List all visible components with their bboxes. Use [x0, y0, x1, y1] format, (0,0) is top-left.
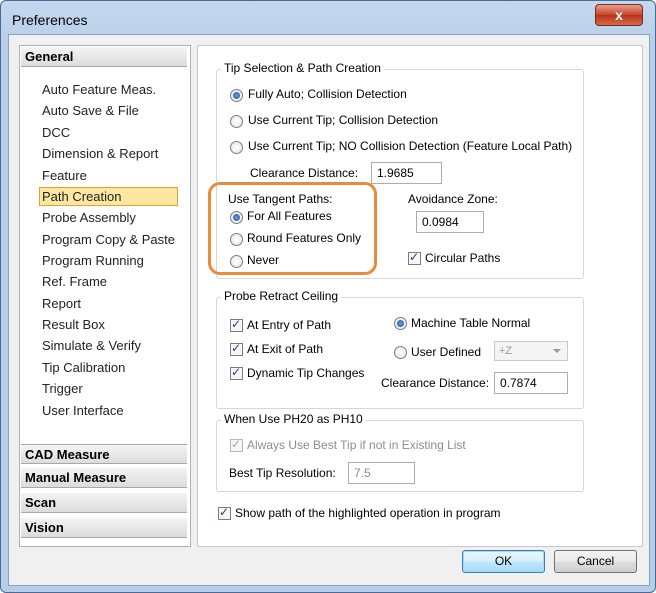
fully-auto-radio[interactable]: [230, 89, 243, 102]
machine-table-normal-label[interactable]: Machine Table Normal: [411, 316, 530, 330]
avoidance-zone-label: Avoidance Zone:: [408, 192, 498, 206]
category-sidebar: General Auto Feature Meas. Auto Save & F…: [19, 45, 191, 547]
entry-of-path-checkbox[interactable]: [230, 317, 243, 332]
cancel-button[interactable]: Cancel: [554, 550, 637, 573]
best-tip-resolution-label: Best Tip Resolution:: [229, 466, 336, 480]
best-tip-checkbox[interactable]: [230, 437, 243, 452]
dynamic-tip-changes-checkbox[interactable]: [230, 365, 243, 380]
entry-of-path-label[interactable]: At Entry of Path: [247, 318, 331, 332]
close-icon: x: [615, 7, 623, 23]
ph20-title: When Use PH20 as PH10: [221, 412, 366, 426]
circular-paths-label[interactable]: Circular Paths: [425, 251, 500, 265]
section-general[interactable]: General: [21, 47, 187, 67]
tangent-all-features-radio[interactable]: [230, 211, 243, 224]
tangent-round-features-radio[interactable]: [230, 233, 243, 246]
sidebar-item-dimension-report[interactable]: Dimension & Report: [40, 144, 160, 163]
section-scan[interactable]: Scan: [21, 493, 187, 513]
sidebar-item-path-creation[interactable]: Path Creation: [39, 187, 178, 206]
section-manual-measure[interactable]: Manual Measure: [21, 468, 187, 488]
probe-retract-title: Probe Retract Ceiling: [221, 289, 342, 303]
close-button[interactable]: x: [595, 4, 643, 26]
user-defined-label[interactable]: User Defined: [411, 345, 481, 359]
circular-paths-checkbox[interactable]: [408, 250, 421, 265]
machine-table-normal-radio[interactable]: [394, 317, 407, 330]
sidebar-item-auto-feature-meas[interactable]: Auto Feature Meas.: [40, 80, 158, 99]
sidebar-item-user-interface[interactable]: User Interface: [40, 401, 126, 420]
window-title: Preferences: [12, 12, 88, 28]
best-tip-resolution-input[interactable]: 7.5: [348, 462, 415, 484]
tangent-never-radio[interactable]: [230, 255, 243, 268]
sidebar-item-tip-calibration[interactable]: Tip Calibration: [40, 358, 127, 377]
sidebar-item-program-running[interactable]: Program Running: [40, 251, 146, 270]
clearance-distance-label: Clearance Distance:: [250, 166, 359, 180]
sidebar-item-result-box[interactable]: Result Box: [40, 315, 107, 334]
tangent-all-features-label[interactable]: For All Features: [247, 209, 332, 223]
current-tip-no-collision-label[interactable]: Use Current Tip; NO Collision Detection …: [248, 139, 572, 153]
section-vision[interactable]: Vision: [21, 518, 187, 538]
tip-selection-title: Tip Selection & Path Creation: [221, 61, 384, 75]
chevron-down-icon: [553, 349, 561, 353]
clearance-distance-input[interactable]: 1.9685: [371, 162, 442, 184]
dynamic-tip-changes-label[interactable]: Dynamic Tip Changes: [247, 366, 364, 380]
tangent-round-features-label[interactable]: Round Features Only: [247, 231, 361, 245]
axis-select[interactable]: +Z: [494, 341, 568, 361]
tangent-paths-label: Use Tangent Paths:: [228, 192, 333, 206]
sidebar-item-auto-save-file[interactable]: Auto Save & File: [40, 101, 141, 120]
current-tip-collision-radio[interactable]: [230, 115, 243, 128]
sidebar-item-report[interactable]: Report: [40, 294, 83, 313]
sidebar-item-program-copy-paste[interactable]: Program Copy & Paste: [40, 230, 177, 249]
exit-of-path-label[interactable]: At Exit of Path: [247, 342, 323, 356]
dialog-client: General Auto Feature Meas. Auto Save & F…: [8, 34, 650, 586]
show-path-label[interactable]: Show path of the highlighted operation i…: [235, 506, 501, 520]
ok-button[interactable]: OK: [462, 550, 545, 573]
retract-clearance-label: Clearance Distance:: [381, 376, 490, 390]
path-creation-panel: Tip Selection & Path Creation Fully Auto…: [197, 45, 643, 547]
axis-select-value: +Z: [499, 345, 513, 357]
current-tip-collision-label[interactable]: Use Current Tip; Collision Detection: [248, 113, 438, 127]
preferences-window: Preferences x General Auto Feature Meas.…: [0, 0, 656, 593]
sidebar-item-probe-assembly[interactable]: Probe Assembly: [40, 208, 138, 227]
best-tip-label: Always Use Best Tip if not in Existing L…: [247, 438, 466, 452]
sidebar-item-feature[interactable]: Feature: [40, 166, 89, 185]
show-path-checkbox[interactable]: [218, 505, 231, 520]
sidebar-item-dcc[interactable]: DCC: [40, 123, 72, 142]
avoidance-zone-input[interactable]: 0.0984: [416, 211, 484, 233]
section-cad-measure[interactable]: CAD Measure: [21, 444, 187, 464]
retract-clearance-input[interactable]: 0.7874: [494, 372, 568, 394]
tangent-never-label[interactable]: Never: [247, 253, 279, 267]
sidebar-item-trigger[interactable]: Trigger: [40, 379, 85, 398]
user-defined-radio[interactable]: [394, 346, 407, 359]
fully-auto-label[interactable]: Fully Auto; Collision Detection: [248, 87, 407, 101]
exit-of-path-checkbox[interactable]: [230, 341, 243, 356]
sidebar-item-ref-frame[interactable]: Ref. Frame: [40, 272, 109, 291]
sidebar-item-simulate-verify[interactable]: Simulate & Verify: [40, 336, 143, 355]
current-tip-no-collision-radio[interactable]: [230, 141, 243, 154]
